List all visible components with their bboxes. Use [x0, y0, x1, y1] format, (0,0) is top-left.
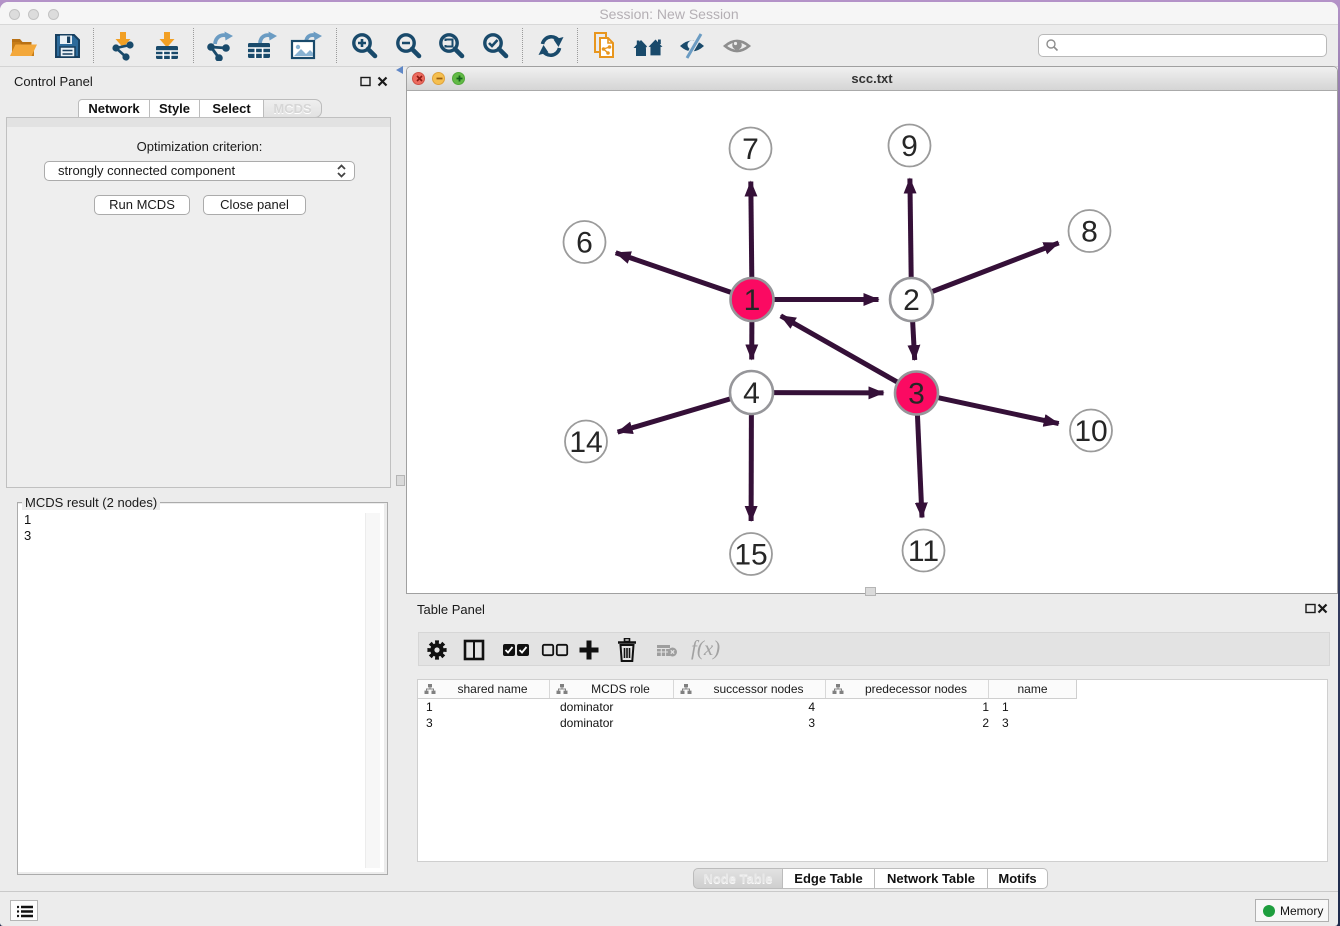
svg-text:4: 4 — [743, 377, 760, 410]
svg-text:8: 8 — [1081, 216, 1098, 249]
svg-text:15: 15 — [734, 539, 767, 572]
svg-text:3: 3 — [908, 378, 925, 411]
svg-text:2: 2 — [903, 284, 920, 317]
svg-text:10: 10 — [1074, 415, 1107, 448]
svg-text:1: 1 — [744, 284, 761, 317]
svg-text:6: 6 — [576, 227, 593, 260]
svg-text:7: 7 — [742, 133, 759, 166]
svg-text:11: 11 — [908, 535, 939, 568]
svg-text:9: 9 — [901, 130, 918, 163]
svg-text:14: 14 — [569, 426, 602, 459]
